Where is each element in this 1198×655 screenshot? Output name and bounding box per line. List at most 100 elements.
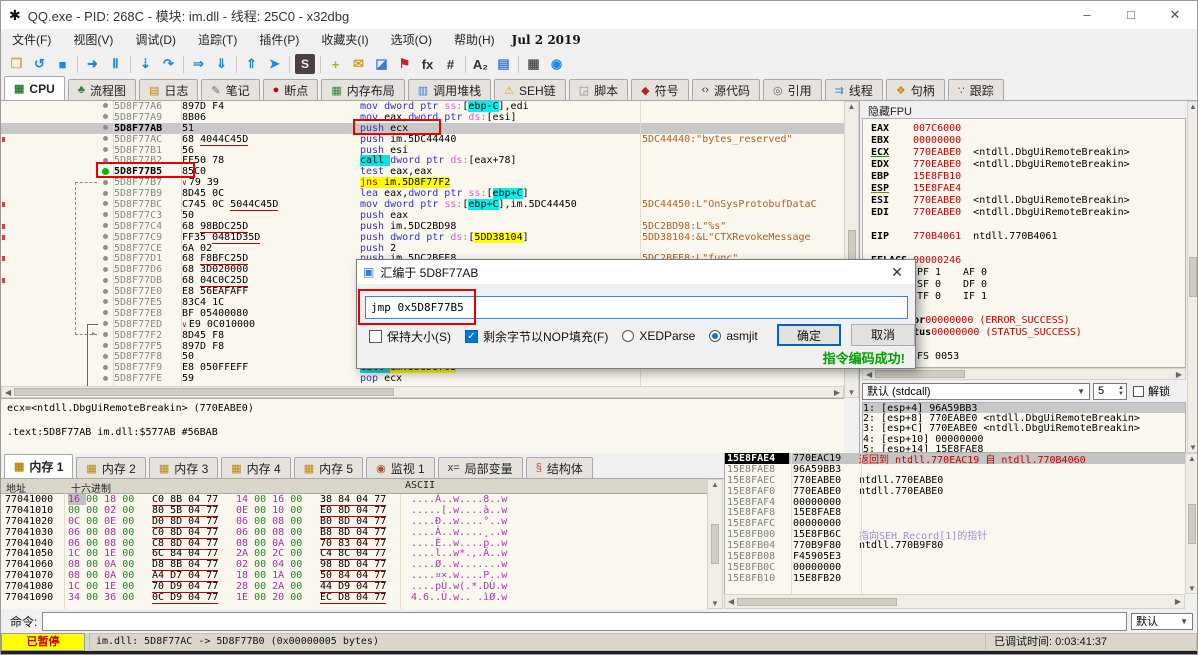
tab-日志[interactable]: ▤ 日志 [138,79,199,100]
menu-item[interactable]: 选项(O) [380,29,443,51]
menu-item[interactable]: 插件(P) [248,29,310,51]
tab-断点[interactable]: ● 断点 [262,79,319,100]
disasm-row[interactable]: 5D8F77C3 50 push eax [1,210,844,221]
keep-size-checkbox[interactable]: 保持大小(S) [369,328,451,345]
bookmarks-icon[interactable]: ⚑ [393,53,416,75]
tab-句柄[interactable]: ❖ 句柄 [885,79,945,100]
dump-row[interactable]: 77041020 0C 00 0E 00 D0 8D 04 77 06 00 08 0… [1,515,707,528]
command-scope-select[interactable]: 默认 ▼ [1131,612,1193,630]
tab-流程图[interactable]: ♣ 流程图 [67,79,136,100]
tab-符号[interactable]: ◆ 符号 [631,79,689,100]
breakpoint-column[interactable] [96,145,114,156]
stack-row[interactable]: 15E8FAE4 770EAC19 返回到 ntdll.770EAC19 自 ntd… [725,453,1185,466]
disasm-row[interactable]: 5D8F77B5 85C0 test eax,eax [1,166,844,177]
stop-icon[interactable]: ■ [51,53,74,75]
stack-vscrollbar[interactable]: ▲ ▼ [1185,453,1197,594]
dump-tab-监视 1[interactable]: ◉ 监视 1 [366,457,435,478]
register-row[interactable]: OF 0SF 0DF 0 [871,279,1185,291]
breakpoint-column[interactable] [96,362,114,373]
stack-row[interactable]: 15E8FB04 770B9F80 ntdll.770B9F80 [725,540,1185,551]
registers-vscrollbar[interactable]: ▲ ▼ [1187,101,1197,453]
dump-row[interactable]: 77041090 34 00 36 00 0C D9 04 77 1E 00 20 0… [1,591,707,604]
breakpoint-column[interactable] [96,373,114,384]
asmjit-radio[interactable]: asmjit [709,329,758,343]
labels-icon[interactable]: ◪ [370,53,393,75]
disasm-hscrollbar[interactable]: ◀ ▶ [1,386,844,398]
xedparse-radio[interactable]: XEDParse [622,329,695,343]
disasm-row[interactable]: 5D8F77A6 897D F4 mov dword ptr ss:[ebp-C],… [1,101,844,112]
breakpoint-column[interactable] [96,351,114,362]
cancel-button[interactable]: 取消 [851,324,915,346]
dialog-title-bar[interactable]: ▣ 汇编于 5D8F77AB [357,260,915,284]
patches-icon[interactable]: + [324,53,347,75]
comments-icon[interactable]: ✉ [347,53,370,75]
register-row[interactable]: LastError00000000 (ERROR_SUCCESS) [871,315,1185,327]
dump-tab-内存 2[interactable]: ▦ 内存 2 [76,457,146,478]
stack-row[interactable]: 15E8FB08 F45905E3 [725,551,1185,562]
tab-SEH链[interactable]: ⚠ SEH链 [494,79,566,100]
tab-调用堆栈[interactable]: ▥ 调用堆栈 [407,79,492,100]
pause-icon[interactable]: Ⅱ [104,53,127,75]
breakpoint-column[interactable] [96,264,114,275]
breakpoint-column[interactable] [96,286,114,297]
breakpoint-column[interactable] [96,319,114,330]
register-row[interactable]: ESP 15E8FAE4 [871,183,1185,195]
tab-内存布局[interactable]: ▦ 内存布局 [321,79,405,100]
tab-CPU[interactable]: ▦ CPU [4,76,65,100]
run-expression-icon[interactable]: ➤ [263,53,286,75]
disasm-row[interactable]: 5D8F77A9 8B06 mov eax,dword ptr ds:[esi] [1,112,844,123]
functions-icon[interactable]: fx [416,53,439,75]
close-button[interactable]: ✕ [1153,1,1197,29]
breakpoint-column[interactable] [96,134,114,145]
arg-count-stepper[interactable]: 5 ▲ ▼ [1093,382,1127,400]
maximize-button[interactable]: □ [1109,1,1153,29]
stack-row[interactable]: 15E8FAF0 770EABE0 ntdll.770EABE0 [725,486,1185,497]
dump-vscrollbar[interactable]: ▲ ▼ [707,479,723,609]
stack-row[interactable]: 15E8FB00 15E8FB6C 指向SEH_Record[1]的指针 [725,529,1185,542]
stack-row[interactable]: 15E8FB0C 00000000 [725,562,1185,573]
disasm-row[interactable]: 5D8F77AB 51 push ecx [1,123,844,134]
dump-row[interactable]: 77041030 06 00 08 00 C0 8D 04 77 06 00 08 0… [1,526,707,539]
update-globe-icon[interactable]: ◉ [545,53,568,75]
register-row[interactable]: LastStatus00000000 (STATUS_SUCCESS) [871,327,1185,339]
stack-hscrollbar[interactable]: ◀ ▶ [724,594,1185,609]
register-row[interactable]: EBP 15E8FB10 [871,171,1185,183]
disasm-row[interactable]: 5D8F77B9 8D45 0C lea eax,dword ptr ss:[ebp… [1,188,844,200]
step-into-icon[interactable]: ⇣ [134,53,157,75]
tab-跟踪[interactable]: ∵ 跟踪 [947,79,1004,100]
minimize-button[interactable]: – [1065,1,1109,29]
breakpoint-column[interactable] [96,330,114,341]
register-row[interactable] [871,219,1185,231]
register-row[interactable]: EBX 00000000 [871,135,1185,147]
notes-device-icon[interactable]: ▤ [492,53,515,75]
argument-row[interactable]: 3: [esp+C] 770EABE0 <ntdll.DbgUiRemoteBr… [863,423,1185,434]
register-row[interactable] [871,339,1185,351]
run-to-user-code-icon[interactable]: ⇑ [240,53,263,75]
dump-row[interactable]: 77041040 06 00 08 00 C8 8D 04 77 08 00 0A 0… [1,537,707,550]
menu-item[interactable]: 帮助(H) [443,29,506,51]
register-row[interactable]: EFLAGS00000246 [871,255,1185,267]
breakpoint-column[interactable] [96,308,114,319]
breakpoint-column[interactable] [96,243,114,254]
menu-item[interactable]: 视图(V) [62,29,124,51]
breakpoint-column[interactable] [96,155,114,166]
register-row[interactable]: EIP 770B4061 ntdll.770B4061 [871,231,1185,243]
stack-row[interactable]: 15E8FAEC 770EABE0 ntdll.770EABE0 [725,475,1185,486]
tab-引用[interactable]: ◎ 引用 [762,79,822,100]
tab-脚本[interactable]: ◲ 脚本 [568,79,629,100]
dump-tab-内存 5[interactable]: ▦ 内存 5 [293,457,364,478]
tab-笔记[interactable]: ✎ 笔记 [201,79,260,100]
title-bar[interactable]: ✱ QQ.exe - PID: 268C - 模块: im.dll - 线程: … [1,1,1197,29]
dump-row[interactable]: 77041000 16 00 18 00 C0 8B 04 77 14 00 16 0… [1,493,707,506]
registers-hscrollbar[interactable]: ◀ ▶ [862,368,1186,380]
disasm-row[interactable]: 5D8F77BC C745 0C 5044C45D mov dword ptr ss… [1,198,844,211]
dump-tab-局部变量[interactable]: x= 局部变量 [437,457,523,478]
dump-tab-结构体[interactable]: § 结构体 [525,457,593,478]
disasm-row[interactable]: 5D8F77C4 68 98BDC25D push im.5DC2BD98 5DC2B… [1,220,844,233]
breakpoint-column[interactable] [96,188,114,199]
ok-button[interactable]: 确定 [777,324,841,346]
disasm-row[interactable]: 5D8F77CE 6A 02 push 2 [1,243,844,254]
stack-pane[interactable]: 15E8FAE4 770EAC19 返回到 ntdll.770EAC19 自 ntd… [724,453,1185,594]
disasm-row[interactable]: 5D8F77FE 59 pop ecx [1,373,844,384]
breakpoint-column[interactable] [96,123,114,134]
